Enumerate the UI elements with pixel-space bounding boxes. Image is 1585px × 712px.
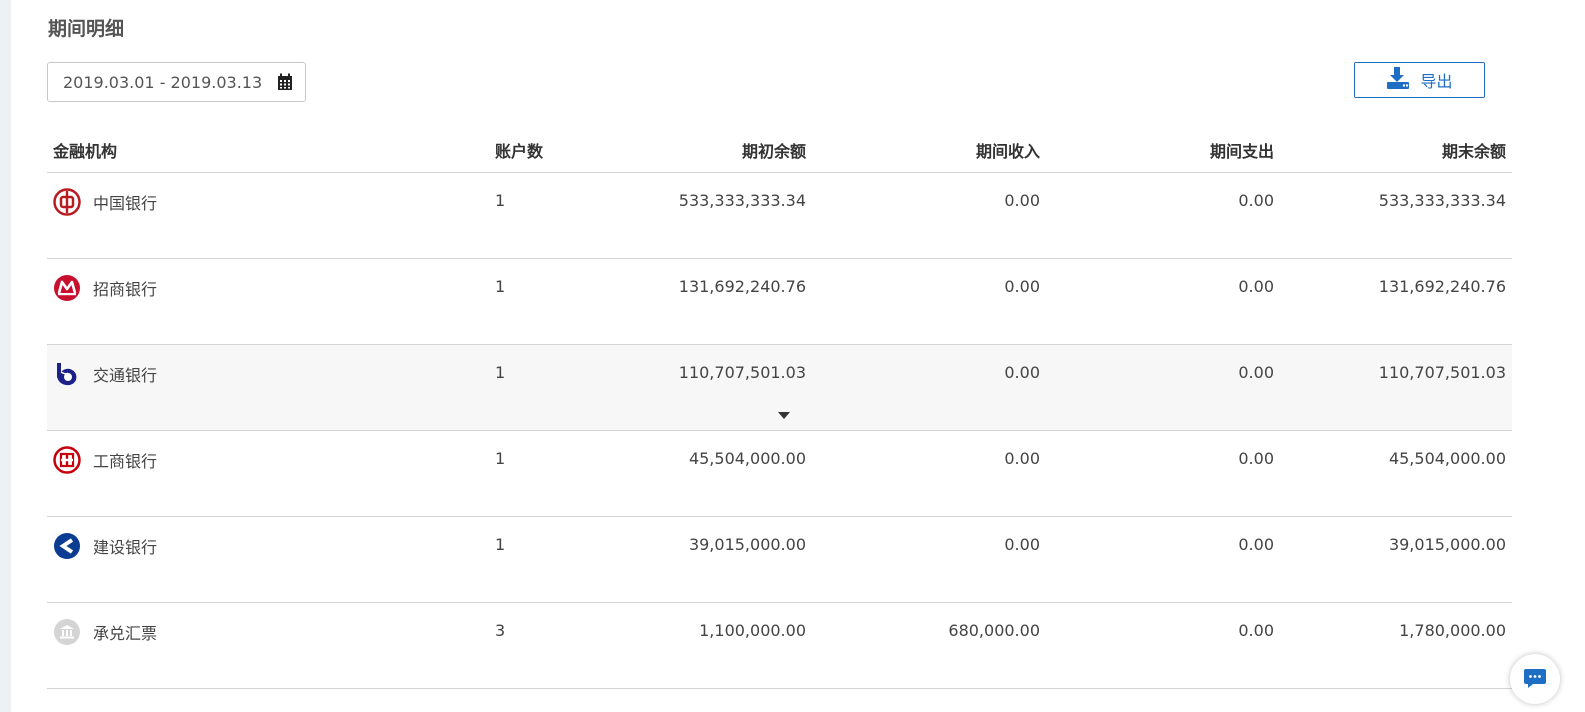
header-period-income[interactable]: 期间收入	[812, 128, 1046, 173]
institution-name: 工商银行	[93, 452, 158, 471]
export-button[interactable]: 导出	[1354, 62, 1485, 98]
calendar-icon[interactable]	[277, 73, 293, 95]
expense-cell: 0.00	[1046, 516, 1280, 603]
date-range-picker[interactable]: 2019.03.01 - 2019.03.13	[47, 62, 306, 102]
accounts-cell: 1	[489, 430, 609, 517]
table-row[interactable]: 建设银行 1 39,015,000.00 0.00 0.00 39,015,00…	[47, 516, 1512, 603]
accounts-cell: 1	[489, 344, 609, 431]
section-title: 期间明细	[48, 18, 125, 40]
expense-cell: 0.00	[1046, 430, 1280, 517]
opening-balance-cell: 39,015,000.00	[609, 516, 812, 603]
closing-balance-cell: 110,707,501.03	[1280, 344, 1512, 431]
income-cell: 0.00	[812, 344, 1046, 431]
table-row[interactable]: 工商银行 1 45,504,000.00 0.00 0.00 45,504,00…	[47, 430, 1512, 517]
institution-cell: 中国银行	[47, 172, 489, 259]
income-cell: 0.00	[812, 172, 1046, 259]
institution-name: 中国银行	[93, 194, 158, 213]
chat-bubble-icon	[1524, 669, 1546, 688]
income-cell: 0.00	[812, 516, 1046, 603]
opening-balance-cell: 110,707,501.03	[609, 344, 812, 431]
expand-caret-icon[interactable]	[778, 412, 790, 419]
institution-cell: 招商银行	[47, 258, 489, 345]
closing-balance-cell: 131,692,240.76	[1280, 258, 1512, 345]
institution-cell: 建设银行	[47, 516, 489, 603]
opening-balance-cell: 131,692,240.76	[609, 258, 812, 345]
institution-name: 招商银行	[93, 280, 158, 299]
closing-balance-cell: 39,015,000.00	[1280, 516, 1512, 603]
accounts-cell: 3	[489, 602, 609, 689]
export-label: 导出	[1420, 72, 1453, 91]
table-row[interactable]: 中国银行 1 533,333,333.34 0.00 0.00 533,333,…	[47, 172, 1512, 259]
opening-balance-cell: 533,333,333.34	[609, 172, 812, 259]
accounts-cell: 1	[489, 258, 609, 345]
opening-balance-cell: 1,100,000.00	[609, 602, 812, 689]
table-row[interactable]: 招商银行 1 131,692,240.76 0.00 0.00 131,692,…	[47, 258, 1512, 345]
income-cell: 0.00	[812, 430, 1046, 517]
header-accounts[interactable]: 账户数	[489, 128, 609, 173]
closing-balance-cell: 1,780,000.00	[1280, 602, 1512, 689]
institution-name: 交通银行	[93, 366, 158, 385]
opening-balance-cell: 45,504,000.00	[609, 430, 812, 517]
closing-balance-cell: 45,504,000.00	[1280, 430, 1512, 517]
accounts-cell: 1	[489, 172, 609, 259]
date-range-value: 2019.03.01 - 2019.03.13	[63, 72, 263, 92]
bocom-logo	[57, 363, 77, 386]
main-panel: 期间明细 2019.03.01 - 2019.03.13 导出 金融机构 账户数…	[11, 0, 1585, 712]
cmb-logo	[54, 275, 80, 301]
expense-cell: 0.00	[1046, 172, 1280, 259]
opening-balance-value: 110,707,501.03	[678, 363, 806, 382]
expense-cell: 0.00	[1046, 344, 1280, 431]
institution-name: 承兑汇票	[93, 624, 158, 643]
accounts-cell: 1	[489, 516, 609, 603]
institution-cell: 工商银行	[47, 430, 489, 517]
table-header-row: 金融机构 账户数 期初余额 期间收入 期间支出 期末余额	[47, 128, 1512, 173]
download-icon	[1386, 67, 1410, 93]
expense-cell: 0.00	[1046, 258, 1280, 345]
header-institution[interactable]: 金融机构	[47, 128, 489, 173]
header-opening-balance[interactable]: 期初余额	[609, 128, 812, 173]
income-cell: 680,000.00	[812, 602, 1046, 689]
closing-balance-cell: 533,333,333.34	[1280, 172, 1512, 259]
header-closing-balance[interactable]: 期末余额	[1280, 128, 1512, 173]
ccb-logo	[54, 533, 80, 559]
table-row[interactable]: 交通银行 1 110,707,501.03 0.00 0.00 110,707,…	[47, 344, 1512, 431]
institution-name: 建设银行	[93, 538, 158, 557]
boc-logo	[53, 188, 81, 216]
institution-cell: 交通银行	[47, 344, 489, 431]
income-cell: 0.00	[812, 258, 1046, 345]
expense-cell: 0.00	[1046, 602, 1280, 689]
icbc-logo	[53, 446, 81, 474]
period-detail-table: 金融机构 账户数 期初余额 期间收入 期间支出 期末余额 中国银行 1 533,…	[47, 128, 1512, 689]
header-period-expense[interactable]: 期间支出	[1046, 128, 1280, 173]
bank-building-icon	[54, 619, 80, 645]
chat-button[interactable]	[1510, 654, 1560, 704]
institution-cell: 承兑汇票	[47, 602, 489, 689]
table-row[interactable]: 承兑汇票 3 1,100,000.00 680,000.00 0.00 1,78…	[47, 602, 1512, 689]
